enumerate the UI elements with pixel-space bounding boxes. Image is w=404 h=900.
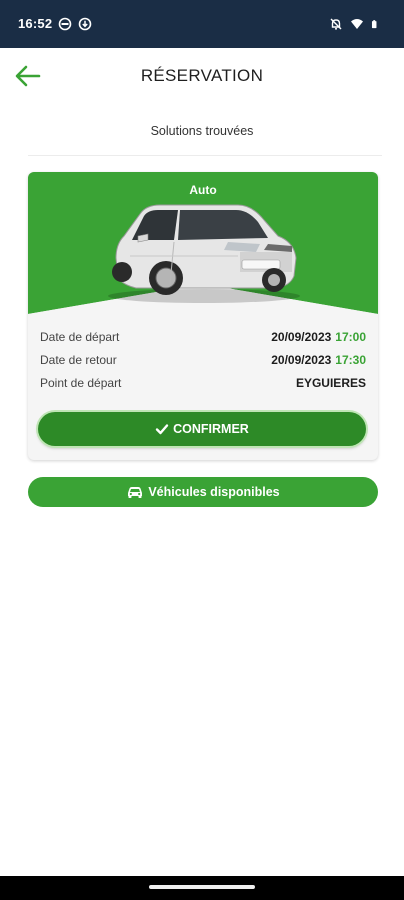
departure-point-row: Point de départ EYGUIERES: [40, 376, 366, 392]
departure-date: 20/09/2023: [271, 330, 332, 344]
check-icon: [155, 424, 169, 435]
car-icon: [128, 487, 143, 498]
available-vehicles-button[interactable]: Véhicules disponibles: [28, 477, 378, 507]
departure-date-row: Date de départ 20/09/2023 17:00: [40, 330, 366, 346]
departure-point-value: EYGUIERES: [295, 376, 366, 390]
status-icons-left: [58, 17, 92, 31]
page-title: RÉSERVATION: [140, 66, 264, 85]
departure-date-label: Date de départ: [40, 330, 120, 344]
return-date-label: Date de retour: [40, 353, 117, 367]
departure-point-label: Point de départ: [40, 376, 122, 390]
vpn-icon: [58, 17, 72, 31]
vehicle-type-label: Auto: [189, 183, 217, 197]
return-time: 17:30: [335, 353, 366, 367]
results-subtitle: Solutions trouvées: [150, 124, 254, 138]
return-date-value: 20/09/2023 17:30: [271, 353, 366, 367]
notifications-off-icon: [330, 18, 342, 30]
available-vehicles-label: Véhicules disponibles: [148, 485, 280, 499]
status-time: 16:52: [18, 16, 53, 31]
app-header: RÉSERVATION: [0, 48, 404, 104]
home-gesture-handle[interactable]: [149, 885, 255, 889]
download-icon: [78, 17, 92, 31]
status-bar: 16:52: [0, 0, 404, 48]
return-date: 20/09/2023: [271, 353, 332, 367]
system-navigation-bar: [0, 876, 404, 900]
battery-icon: [371, 20, 377, 29]
departure-time: 17:00: [335, 330, 366, 344]
departure-date-value: 20/09/2023 17:00: [271, 330, 366, 344]
wifi-icon: [351, 19, 363, 29]
confirm-button[interactable]: CONFIRMER: [38, 412, 366, 446]
confirm-button-label: CONFIRMER: [173, 422, 249, 436]
divider: [28, 155, 382, 156]
status-icons-right: [329, 17, 380, 31]
return-date-row: Date de retour 20/09/2023 17:30: [40, 353, 366, 369]
reservation-card: Auto Date de départ 20/09/2023 17:00 Date…: [28, 172, 378, 460]
